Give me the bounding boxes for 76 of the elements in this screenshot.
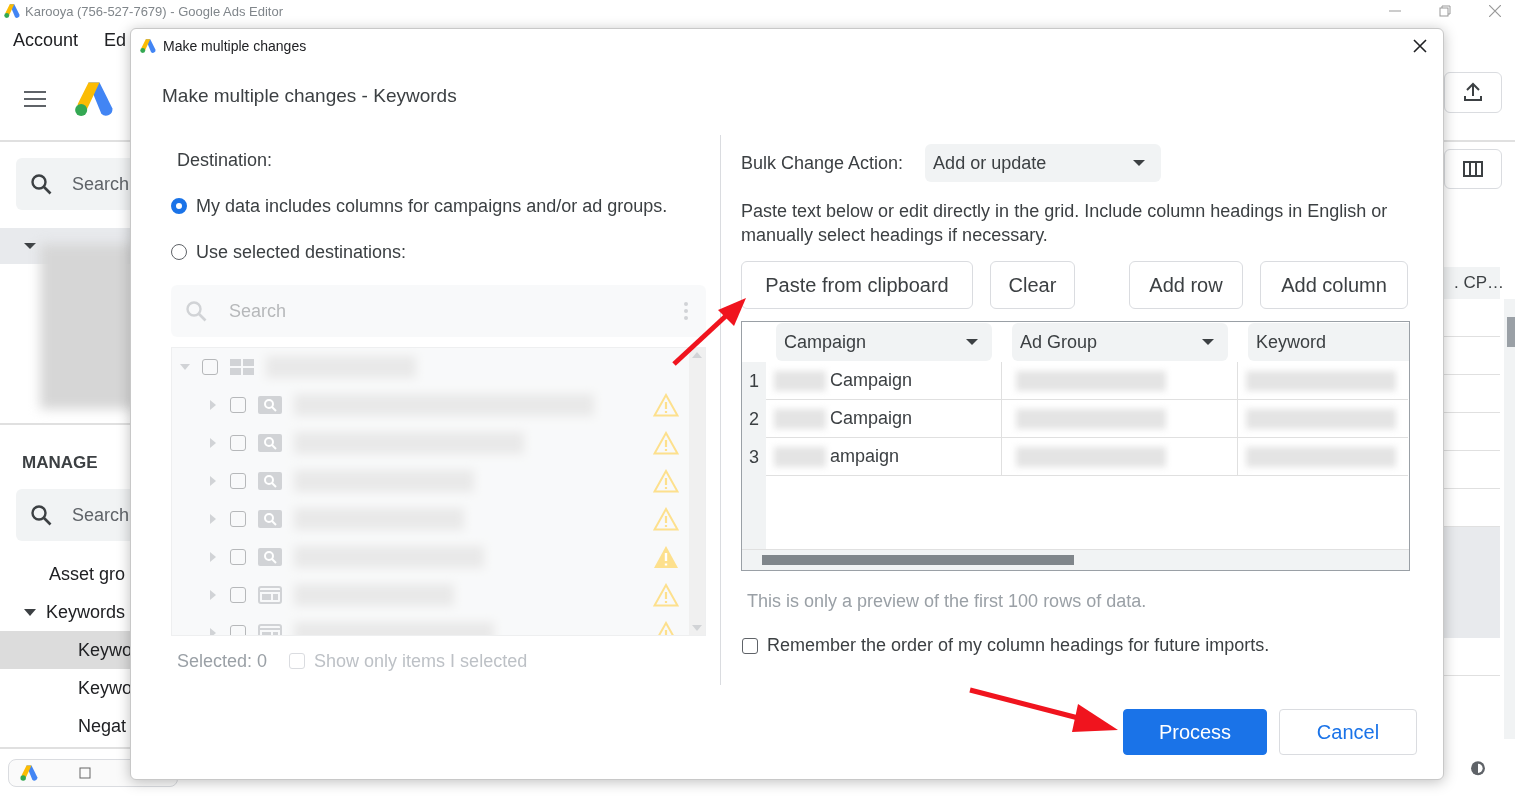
grid-icon: [230, 359, 254, 375]
radio-label[interactable]: My data includes columns for campaigns and/or ad groups.: [196, 195, 668, 217]
table-cell: Campaign: [830, 370, 913, 391]
search-field[interactable]: Search: [16, 489, 130, 541]
row-number: 3: [742, 438, 766, 476]
nav-item[interactable]: Asset gro: [0, 555, 130, 593]
caret-icon: [24, 242, 36, 250]
dropdown-value: Add or update: [933, 152, 1047, 174]
column-header[interactable]: Campaign: [776, 323, 992, 361]
search-campaign-icon: [258, 510, 282, 528]
restore-icon[interactable]: [1439, 5, 1451, 17]
google-ads-logo: [19, 763, 39, 783]
row-number: 1: [742, 362, 766, 400]
column-header[interactable]: Keyword: [1248, 323, 1409, 361]
column-header[interactable]: . CP…: [1444, 267, 1500, 300]
scroll-down-icon: [692, 625, 702, 631]
upload-icon: [1463, 82, 1483, 103]
menu-icon[interactable]: [24, 91, 46, 107]
close-icon[interactable]: [1413, 39, 1427, 53]
nav-item[interactable]: Negat: [0, 707, 130, 745]
table-cell: ampaign: [830, 446, 900, 467]
dialog-title: Make multiple changes: [163, 38, 307, 54]
instructions-text: Paste text below or edit directly in the grid. Include column headings in English or manually select headings if necessary.: [741, 200, 1389, 247]
redacted-text: [774, 446, 826, 467]
action-dropdown[interactable]: Add or update: [925, 144, 1162, 182]
process-button[interactable]: Process: [1123, 709, 1267, 755]
caret-icon: [1202, 338, 1214, 346]
display-campaign-icon: [258, 586, 282, 604]
square-icon[interactable]: [79, 767, 91, 779]
redacted-text: [774, 370, 826, 391]
column-header[interactable]: Ad Group: [1012, 323, 1228, 361]
caret-icon: [966, 338, 978, 346]
search-campaign-icon: [258, 472, 282, 490]
search-field[interactable]: Search: [16, 158, 130, 210]
radio-label[interactable]: Use selected destinations:: [196, 241, 407, 263]
checkbox-label[interactable]: Remember the order of my column headings for future imports.: [767, 635, 1270, 656]
table-row[interactable]: [1444, 527, 1500, 565]
section-heading: MANAGE: [21, 452, 99, 474]
toolbar-button[interactable]: Add row: [1129, 261, 1243, 309]
google-ads-logo: [3, 2, 21, 20]
field-label: Bulk Change Action:: [741, 152, 904, 174]
toolbar-button[interactable]: Clear: [990, 261, 1075, 309]
checkbox[interactable]: [742, 637, 758, 654]
columns-button[interactable]: [1444, 148, 1502, 190]
selected-count: Selected: 0: [177, 650, 268, 672]
dialog-heading: Make multiple changes - Keywords: [162, 85, 457, 106]
redacted-text: [774, 408, 826, 429]
search-campaign-icon: [258, 548, 282, 566]
scroll-up-icon: [692, 352, 702, 358]
caret-down-icon: [24, 606, 36, 618]
columns-icon: [1463, 160, 1483, 177]
search-campaign-icon: [258, 434, 282, 452]
caret-icon: [1133, 159, 1146, 167]
search-icon: [30, 173, 52, 195]
table-cell: Campaign: [830, 408, 913, 429]
radio-button[interactable]: [171, 198, 187, 214]
scrollbar[interactable]: [1504, 299, 1515, 740]
search-icon: [185, 300, 207, 322]
cancel-button[interactable]: Cancel: [1279, 709, 1417, 755]
toolbar-button[interactable]: Add column: [1260, 261, 1408, 309]
toolbar-button[interactable]: Paste from clipboard: [741, 261, 973, 309]
upload-button[interactable]: [1444, 72, 1502, 113]
nav-item[interactable]: Keywo: [0, 631, 130, 669]
row-number: 2: [742, 400, 766, 438]
nav-item[interactable]: Keywo: [0, 669, 130, 707]
nav-item[interactable]: Keywords: [0, 593, 130, 631]
scrollbar[interactable]: [742, 549, 1409, 570]
search-icon: [30, 504, 52, 526]
search-campaign-icon: [258, 396, 282, 414]
window-title: Karooya (756-527-7679) - Google Ads Editor: [25, 3, 283, 19]
table-row[interactable]: [1444, 601, 1500, 639]
field-label: Destination:: [177, 149, 273, 171]
menu-item[interactable]: Ed: [104, 29, 127, 51]
google-ads-logo: [139, 37, 157, 55]
menu-item[interactable]: Account: [13, 29, 79, 51]
preview-note: This is only a preview of the first 100 rows of data.: [747, 591, 1147, 611]
